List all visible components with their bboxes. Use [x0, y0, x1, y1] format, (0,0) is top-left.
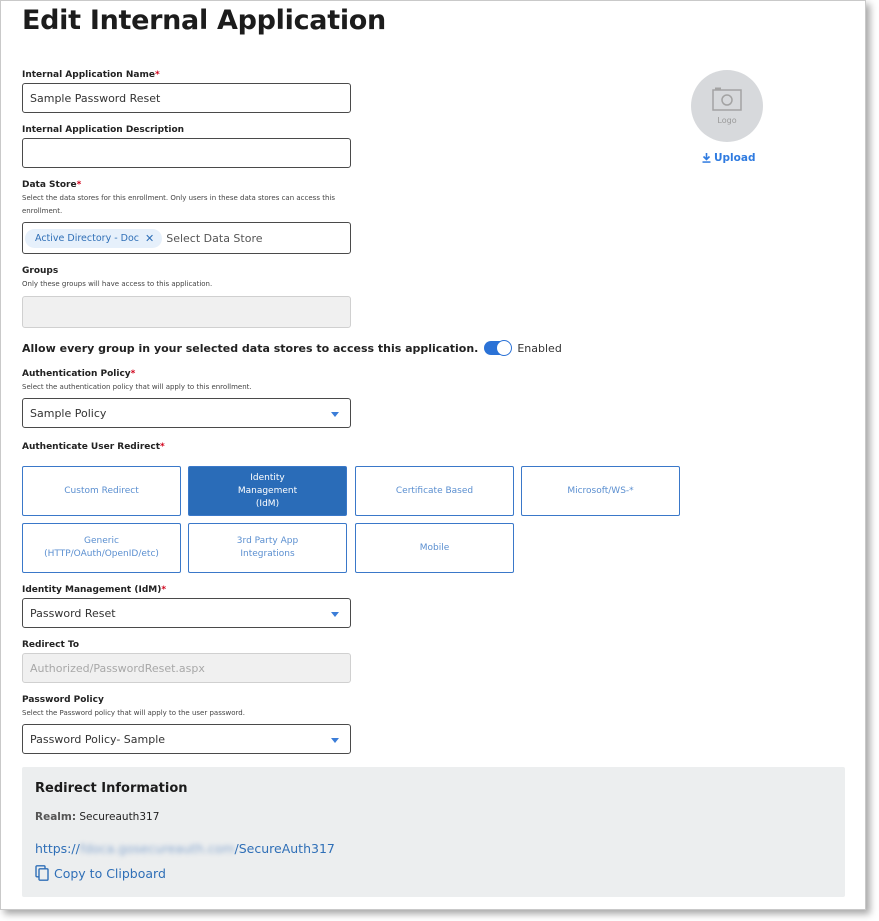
- copy-icon: [35, 865, 49, 881]
- redirect-url-host: fdoca.gosecureauth.com: [79, 841, 235, 856]
- logo-text: Logo: [717, 116, 737, 125]
- realm-value: Secureauth317: [79, 811, 160, 823]
- data-store-placeholder: Select Data Store: [166, 231, 263, 245]
- data-store-select[interactable]: Active Directory - Doc ✕ Select Data Sto…: [22, 222, 351, 254]
- password-policy-label: Password Policy: [22, 695, 104, 705]
- allow-all-groups-row: Allow every group in your selected data …: [22, 340, 562, 356]
- app-name-input[interactable]: Sample Password Reset: [22, 83, 351, 113]
- password-policy-help: Select the Password policy that will app…: [22, 709, 245, 717]
- auth-policy-label: Authentication Policy*: [22, 369, 136, 379]
- caret-down-icon: [331, 738, 339, 743]
- redirect-to-label: Redirect To: [22, 640, 80, 650]
- idm-label: Identity Management (IdM)*: [22, 585, 167, 595]
- redirect-option-microsoft[interactable]: Microsoft/WS-*: [521, 466, 680, 516]
- app-description-label: Internal Application Description: [22, 125, 185, 135]
- edit-application-window: Edit Internal Application Internal Appli…: [0, 0, 866, 910]
- data-store-chip: Active Directory - Doc ✕: [25, 228, 163, 248]
- redirect-url-link[interactable]: https://fdoca.gosecureauth.com/SecureAut…: [35, 841, 335, 856]
- caret-down-icon: [331, 612, 339, 617]
- app-description-input[interactable]: [22, 138, 351, 168]
- copy-to-clipboard-button[interactable]: Copy to Clipboard: [35, 865, 166, 881]
- camera-icon: [712, 87, 742, 111]
- redirect-info-panel: Redirect Information Realm: Secureauth31…: [22, 767, 845, 897]
- page-title: Edit Internal Application: [22, 5, 386, 36]
- upload-button[interactable]: Upload: [702, 152, 755, 164]
- app-name-label: Internal Application Name*: [22, 70, 160, 80]
- groups-label: Groups: [22, 266, 59, 276]
- allow-all-groups-toggle[interactable]: [484, 340, 513, 356]
- close-icon[interactable]: ✕: [145, 232, 154, 245]
- redirect-to-input: Authorized/PasswordReset.aspx: [22, 653, 351, 683]
- idm-select[interactable]: Password Reset: [22, 598, 351, 628]
- redirect-option-custom[interactable]: Custom Redirect: [22, 466, 181, 516]
- data-store-help: Select the data stores for this enrollme…: [22, 194, 335, 215]
- auth-redirect-label: Authenticate User Redirect*: [22, 442, 165, 452]
- redirect-info-title: Redirect Information: [35, 781, 188, 796]
- redirect-option-generic[interactable]: Generic (HTTP/OAuth/OpenID/etc): [22, 523, 181, 573]
- redirect-option-3rd-party[interactable]: 3rd Party App Integrations: [188, 523, 347, 573]
- data-store-label: Data Store*: [22, 180, 82, 190]
- auth-policy-select[interactable]: Sample Policy: [22, 398, 351, 428]
- caret-down-icon: [331, 412, 339, 417]
- password-policy-select[interactable]: Password Policy- Sample: [22, 724, 351, 754]
- logo-placeholder[interactable]: Logo: [691, 70, 763, 142]
- auth-policy-help: Select the authentication policy that wi…: [22, 383, 252, 391]
- redirect-option-mobile[interactable]: Mobile: [355, 523, 514, 573]
- allow-all-groups-state: Enabled: [517, 341, 562, 355]
- groups-help: Only these groups will have access to th…: [22, 280, 213, 288]
- groups-input: [22, 296, 351, 328]
- redirect-option-certificate[interactable]: Certificate Based: [355, 466, 514, 516]
- download-arrow-icon: [702, 153, 711, 163]
- realm-row: Realm: Secureauth317: [35, 811, 160, 823]
- redirect-option-idm[interactable]: Identity Management (IdM): [188, 466, 347, 516]
- allow-all-groups-label: Allow every group in your selected data …: [22, 341, 479, 355]
